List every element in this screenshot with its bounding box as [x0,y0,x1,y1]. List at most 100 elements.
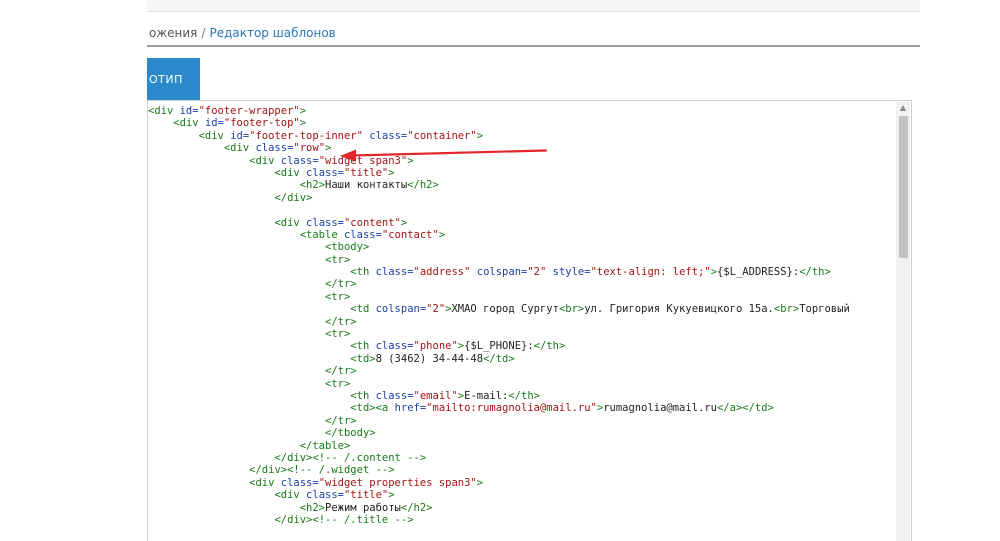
code-line: <div id="footer-wrapper"> [148,105,893,117]
code-line: <th class="phone">{$L_PHONE}:</th> [148,340,893,352]
code-token: colspan= [476,266,528,279]
code-token: class= [375,266,414,279]
scroll-up-arrow-icon[interactable]: ▲ [898,104,908,112]
code-token: > [299,105,307,117]
code-token: "content" [343,216,401,229]
code-token: </div> [249,464,288,477]
code-token: class= [306,166,344,179]
code-line: </div> [148,192,893,204]
code-token: </table> [299,439,351,452]
code-token: <div [249,476,281,489]
code-token: class= [306,216,344,229]
code-token: rumagnolia@mail.ru [603,402,717,415]
code-line: <th class="email">E-mail:</th> [148,390,893,402]
template-editor-panel: ожения / Редактор шаблонов ОТИП <div id="f… [147,0,920,541]
scroll-thumb[interactable] [899,116,908,258]
code-token: </div> [274,513,313,526]
code-line: <div id="footer-top-inner" class="contai… [148,130,893,142]
code-line: <tr> [148,328,893,340]
code-token: <td> [350,352,376,365]
code-line: </tr> [148,316,893,328]
code-token: <br> [773,303,800,316]
logo-tab-button[interactable]: ОТИП [147,58,200,100]
code-line: </div><!-- /.content --> [148,452,893,464]
code-token: <th [350,389,376,402]
breadcrumb-parent[interactable]: ожения [149,26,197,40]
code-token: "container" [407,129,477,142]
code-token: class= [280,154,319,167]
code-token: "widget properties span3" [318,476,477,489]
code-token: href= [394,402,427,415]
code-token: </tr> [325,365,357,378]
breadcrumb: ожения / Редактор шаблонов [149,26,336,40]
code-token: "footer-top" [223,117,300,130]
code-token: class= [369,129,408,142]
code-token: <!-- /.title --> [312,513,414,526]
code-line: <div class="row"> [148,142,893,154]
code-token: <div [198,129,231,142]
editor-scrollbar[interactable]: ▲ [896,102,910,541]
code-token: </tr> [325,315,357,328]
code-token: <tr> [325,377,351,390]
code-token: <div [249,154,281,167]
code-token: > [388,489,395,502]
code-token: </th> [533,340,566,353]
code-line: </tbody> [148,427,893,439]
code-line: <div class="content"> [148,217,893,229]
code-token: <tr> [325,290,351,303]
code-token: </h2> [407,179,439,192]
code-token: "footer-wrapper" [198,105,300,117]
code-line: </div><!-- /.widget --> [148,464,893,476]
code-line: <div class="widget properties span3"> [148,477,893,489]
code-token: <tbody> [325,241,370,254]
code-token: "footer-top-inner" [249,129,363,142]
code-token: "text-align: left;" [590,266,711,279]
breadcrumb-bar: ожения / Редактор шаблонов [147,12,920,47]
code-line: <tr> [148,378,893,390]
code-token: </tr> [325,278,357,291]
code-token: class= [375,389,414,402]
code-token: E-mail: [464,389,509,402]
code-token: > [476,129,484,142]
code-content[interactable]: <div id="footer-wrapper"> <div id="foote… [148,105,893,526]
code-token: 8 (3462) 34-44-48 [375,352,484,365]
code-token: "title" [343,489,389,502]
code-token: id= [230,129,250,142]
code-token: <tr> [325,253,351,266]
code-token: "address" [413,266,471,279]
code-token: </div> [274,191,313,204]
code-token: class= [306,489,344,502]
breadcrumb-separator: / [201,26,206,40]
code-line: <div class="widget span3"> [148,155,893,167]
code-token: class= [255,142,294,155]
code-editor[interactable]: <div id="footer-wrapper"> <div id="foote… [147,100,912,541]
code-line: </div><!-- /.title --> [148,514,893,526]
breadcrumb-current[interactable]: Редактор шаблонов [209,26,335,40]
code-token: {$L_ADDRESS}: [717,266,800,279]
code-token: > [400,216,408,229]
code-token: <th [350,266,376,279]
code-token: class= [343,228,382,241]
code-token: <div [173,117,205,130]
code-line: <table class="contact"> [148,229,893,241]
code-line: <td><a href="mailto:rumagnolia@mail.ru">… [148,402,893,414]
